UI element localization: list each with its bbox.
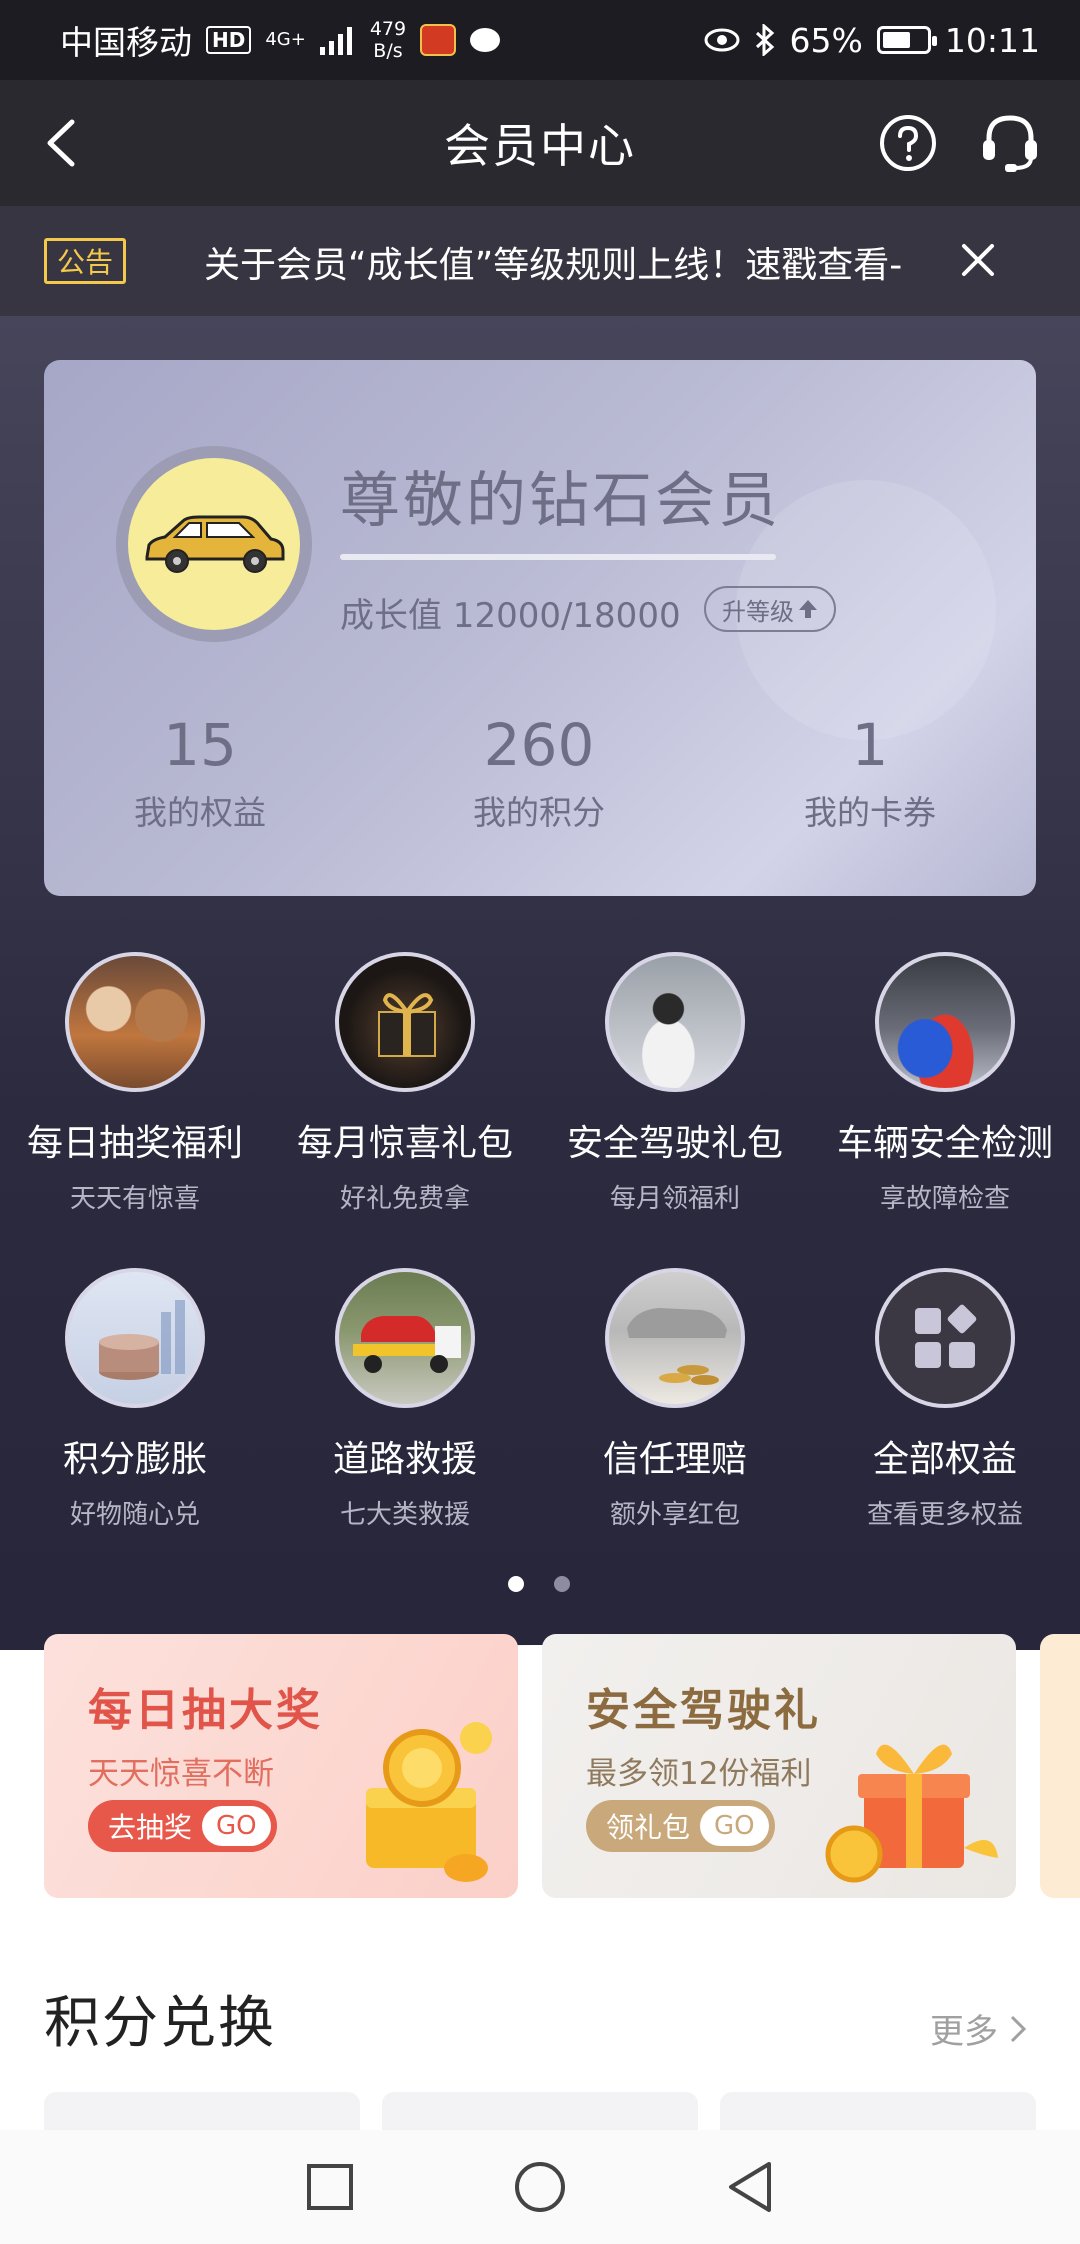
stat-value: 260 <box>483 711 595 779</box>
page-indicator <box>508 1576 570 1592</box>
banner-safe-driving[interactable]: 安全驾驶礼 最多领12份福利 领礼包 GO <box>542 1634 1016 1898</box>
close-icon[interactable] <box>952 234 1004 286</box>
chat-notification-icon <box>470 28 501 52</box>
benefit-safe-driving[interactable]: 安全驾驶礼包 每月领福利 <box>540 952 810 1215</box>
benefit-monthly-gift[interactable]: 每月惊喜礼包 好礼免费拿 <box>270 952 540 1215</box>
more-link[interactable]: 更多 <box>930 2004 1028 2053</box>
claim-icon <box>605 1268 745 1408</box>
app-notification-icon <box>420 24 457 56</box>
page-dot <box>554 1576 570 1592</box>
recent-apps-button[interactable] <box>300 2157 360 2217</box>
notice-text[interactable]: 关于会员“成长值”等级规则上线！速戳查看- <box>204 236 902 288</box>
chevron-right-icon <box>1010 2015 1027 2042</box>
carrier-name: 中国移动 <box>60 23 192 62</box>
gift-box-icon <box>825 1744 998 1883</box>
hd-icon: HD <box>206 26 252 54</box>
section-title: 积分兑换 <box>44 1991 276 2056</box>
benefit-road-rescue[interactable]: 道路救援 七大类救援 <box>270 1268 540 1531</box>
grid-icon <box>875 1268 1015 1408</box>
clock: 10:11 <box>944 20 1040 60</box>
arrow-up-icon <box>799 600 817 618</box>
status-bar: 中国移动 HD 4G+ 479 B/s 65% 10:11 <box>0 0 1080 80</box>
back-icon[interactable] <box>30 110 96 176</box>
home-button[interactable] <box>510 2157 570 2217</box>
eye-icon <box>704 28 740 52</box>
gift-box-icon <box>335 952 475 1092</box>
banner-daily-lottery[interactable]: 每日抽大奖 天天惊喜不断 去抽奖 GO <box>44 1634 518 1898</box>
member-level: 尊敬的钻石会员 <box>340 466 781 536</box>
page-dot-active <box>508 1576 524 1592</box>
system-nav-bar <box>0 2130 1080 2244</box>
car-inspection-icon <box>875 952 1015 1092</box>
growth-value: 成长值 12000/18000 <box>340 596 681 636</box>
gift-button[interactable]: 领礼包 GO <box>586 1800 775 1852</box>
bluetooth-icon <box>755 24 774 56</box>
stat-points[interactable]: 260 我的积分 <box>429 710 649 834</box>
growth-progress-bar <box>340 554 776 560</box>
page-title: 会员中心 <box>444 119 636 173</box>
stat-coupons[interactable]: 1 我的卡券 <box>760 710 980 834</box>
driver-photo-icon <box>605 952 745 1092</box>
battery-icon <box>876 26 937 54</box>
benefit-trusted-claim[interactable]: 信任理赔 额外享红包 <box>540 1268 810 1531</box>
coins-icon <box>65 1268 205 1408</box>
stat-label: 我的卡券 <box>804 793 936 832</box>
stat-label: 我的权益 <box>134 793 266 832</box>
car-icon <box>145 515 285 573</box>
member-card[interactable]: 尊敬的钻石会员 成长值 12000/18000 升等级 15 我的权益 260 … <box>44 360 1036 896</box>
upgrade-button[interactable]: 升等级 <box>704 586 836 632</box>
square-icon <box>307 2164 353 2210</box>
customer-service-icon[interactable] <box>975 108 1045 178</box>
benefit-points-boost[interactable]: 积分膨胀 好物随心兑 <box>0 1268 270 1531</box>
avatar[interactable] <box>116 446 312 642</box>
notice-bar[interactable]: 公告 关于会员“成长值”等级规则上线！速戳查看- <box>0 206 1080 316</box>
benefit-all[interactable]: 全部权益 查看更多权益 <box>810 1268 1080 1531</box>
people-photo-icon <box>65 952 205 1092</box>
tow-truck-icon <box>335 1268 475 1408</box>
notice-tag: 公告 <box>44 238 127 284</box>
back-button[interactable] <box>720 2157 780 2217</box>
network-speed: 479 B/s <box>369 18 407 62</box>
circle-icon <box>515 2162 565 2212</box>
network-type: 4G+ <box>265 29 306 50</box>
stat-value: 15 <box>163 711 237 779</box>
benefit-vehicle-check[interactable]: 车辆安全检测 享故障检查 <box>810 952 1080 1215</box>
lottery-button[interactable]: 去抽奖 GO <box>88 1800 277 1852</box>
stat-benefits[interactable]: 15 我的权益 <box>90 710 310 834</box>
help-icon[interactable] <box>878 113 938 173</box>
benefit-daily-lottery[interactable]: 每日抽奖福利 天天有惊喜 <box>0 952 270 1215</box>
stat-label: 我的积分 <box>473 793 605 832</box>
banner-next[interactable] <box>1040 1634 1080 1898</box>
battery-percent: 65% <box>789 20 863 60</box>
title-bar: 会员中心 <box>0 80 1080 206</box>
signal-icon <box>319 27 352 55</box>
stat-value: 1 <box>851 711 889 779</box>
gold-coins-icon <box>366 1722 492 1882</box>
triangle-back-icon <box>729 2162 771 2212</box>
battery-level <box>882 32 911 48</box>
